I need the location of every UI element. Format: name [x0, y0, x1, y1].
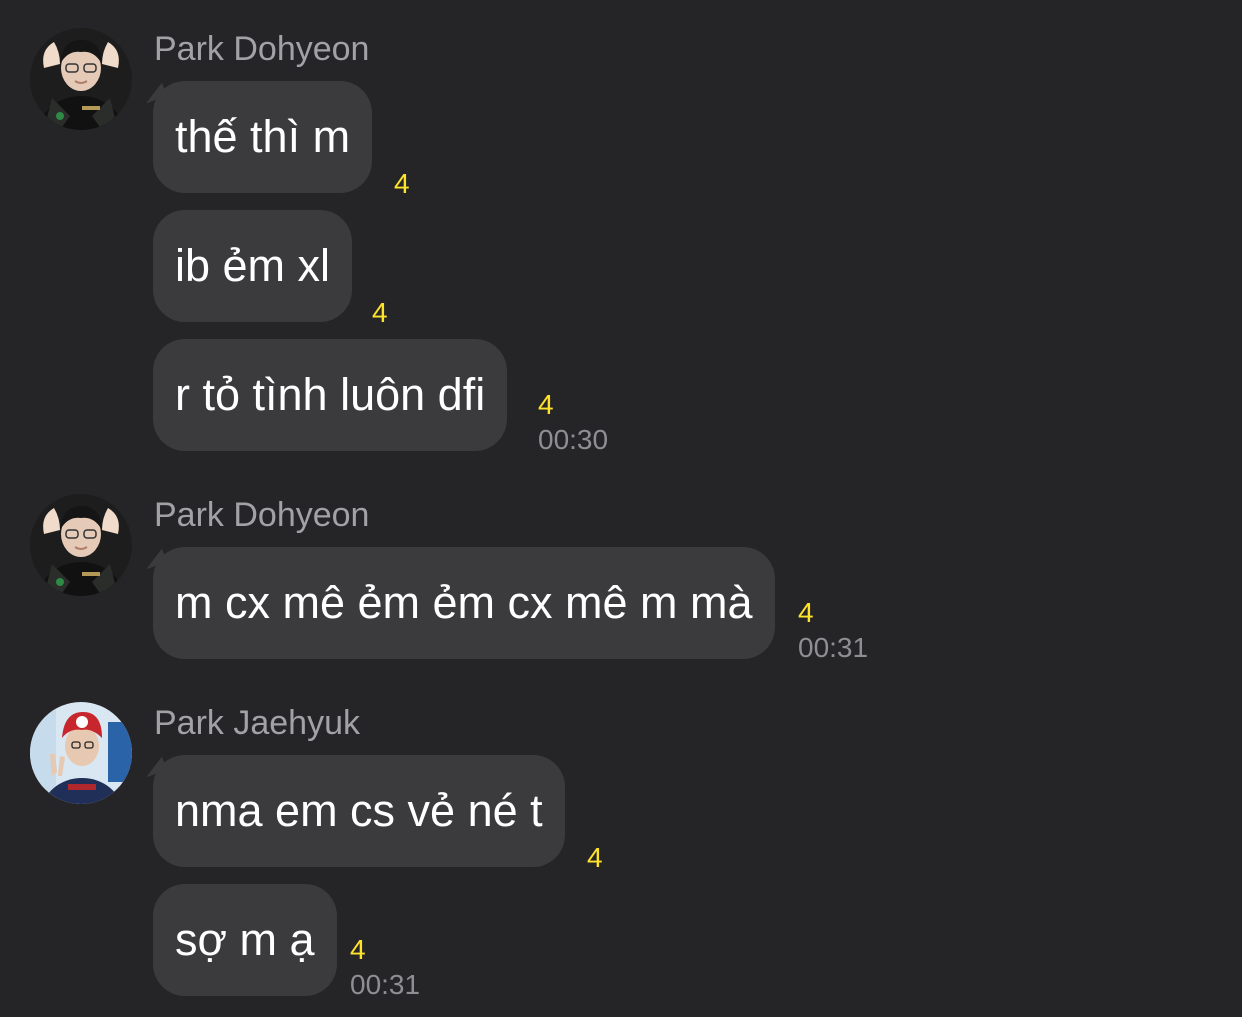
unread-count: 4 — [538, 389, 554, 420]
unread-count: 4 — [587, 842, 603, 873]
message-timestamp: 00:30 — [538, 424, 609, 455]
unread-count: 4 — [350, 934, 366, 965]
message-bubble[interactable]: sợ m ạ — [153, 884, 337, 996]
unread-count: 4 — [372, 297, 388, 328]
sender-name: Park Dohyeon — [154, 30, 370, 68]
unread-count: 4 — [798, 597, 814, 628]
sender-name: Park Dohyeon — [154, 496, 370, 534]
avatar-park-dohyeon[interactable] — [30, 494, 132, 596]
message-bubble[interactable]: nma em cs vẻ né t — [153, 755, 565, 867]
message-bubble[interactable]: ib ẻm xl — [153, 210, 353, 322]
message-timestamp: 00:31 — [350, 969, 421, 1000]
user-photo-icon — [30, 702, 132, 804]
avatar-park-jaehyuk[interactable] — [30, 702, 132, 804]
message-bubble[interactable]: m cx mê ẻm ẻm cx mê m mà — [153, 547, 775, 659]
avatar-park-dohyeon[interactable] — [30, 28, 132, 130]
user-photo-icon — [30, 28, 132, 130]
message-timestamp: 00:31 — [798, 632, 869, 663]
sender-name: Park Jaehyuk — [154, 704, 360, 742]
unread-count: 4 — [394, 168, 410, 199]
user-photo-icon — [30, 494, 132, 596]
message-bubble[interactable]: r tỏ tình luôn dfi — [153, 339, 508, 451]
message-bubble[interactable]: thế thì m — [153, 81, 373, 193]
